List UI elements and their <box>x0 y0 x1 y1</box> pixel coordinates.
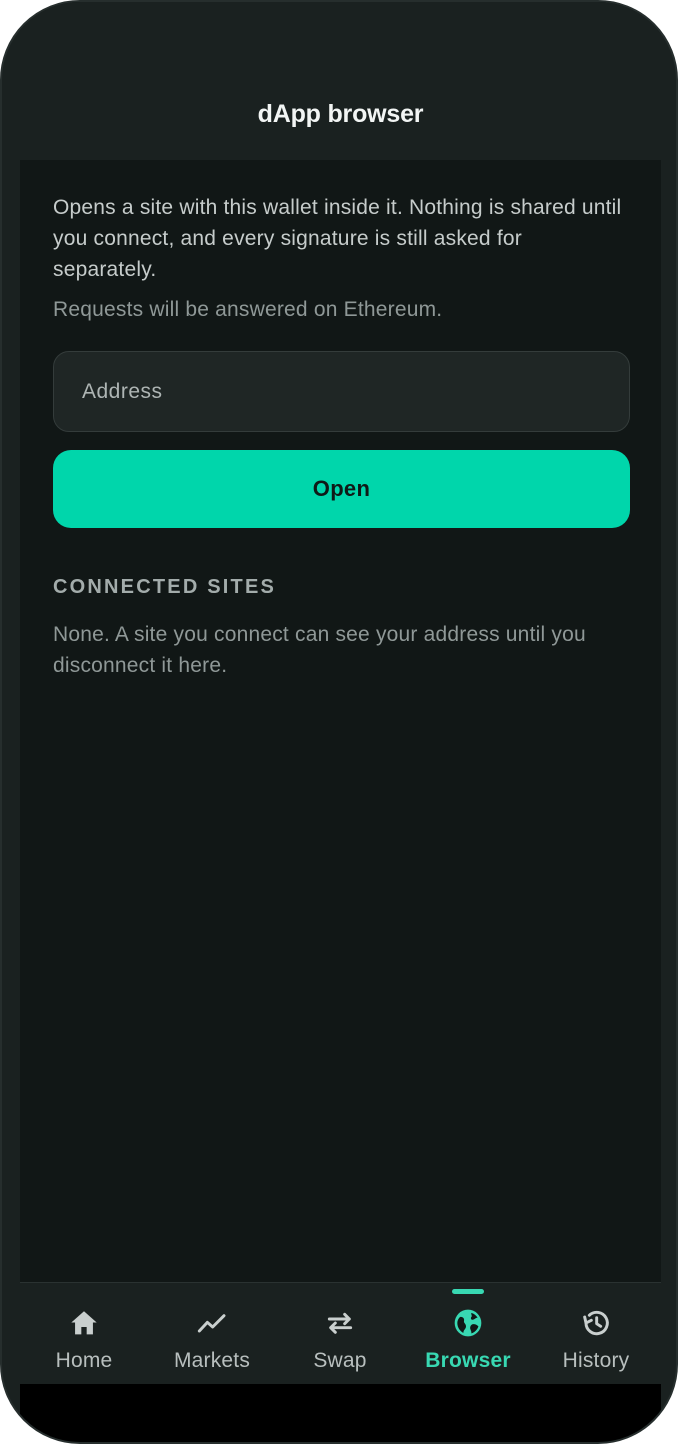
nav-item-history[interactable]: History <box>532 1283 660 1385</box>
nav-item-browser[interactable]: Browser <box>404 1283 532 1385</box>
globe-icon <box>454 1309 482 1337</box>
system-navigation-bar <box>20 1384 661 1442</box>
nav-item-swap[interactable]: Swap <box>276 1283 404 1385</box>
intro-description: Opens a site with this wallet inside it.… <box>53 196 622 281</box>
nav-label-home: Home <box>55 1349 113 1372</box>
top-app-bar: dApp browser <box>20 2 661 160</box>
nav-label-browser: Browser <box>425 1349 511 1372</box>
connected-sites-empty-message: None. A site you connect can see your ad… <box>53 623 586 677</box>
nav-label-history: History <box>562 1349 630 1372</box>
nav-label-swap: Swap <box>313 1349 367 1372</box>
nav-item-home[interactable]: Home <box>20 1283 148 1385</box>
swap-arrows-icon <box>327 1312 353 1334</box>
active-tab-indicator <box>452 1289 484 1294</box>
bottom-navigation: Home Markets Swap Browser History <box>20 1282 661 1384</box>
page-title: dApp browser <box>257 100 424 128</box>
history-icon <box>583 1310 609 1336</box>
nav-label-markets: Markets <box>173 1349 251 1372</box>
connected-sites-heading: CONNECTED SITES <box>53 576 277 598</box>
nav-item-markets[interactable]: Markets <box>148 1283 276 1385</box>
open-button[interactable]: Open <box>53 450 630 528</box>
network-note: Requests will be answered on Ethereum. <box>53 298 443 321</box>
address-input[interactable] <box>53 351 630 432</box>
phone-frame: dApp browser Opens a site with this wall… <box>0 0 678 1444</box>
home-icon <box>71 1311 97 1335</box>
browser-content: Opens a site with this wallet inside it.… <box>53 192 630 681</box>
app-screen: dApp browser Opens a site with this wall… <box>20 2 661 1384</box>
trend-line-icon <box>197 1314 226 1333</box>
